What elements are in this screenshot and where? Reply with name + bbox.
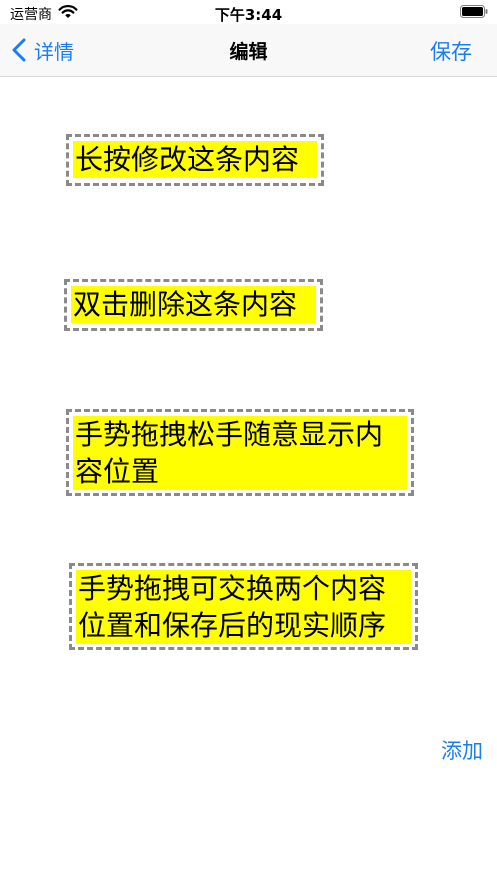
note-item-text: 手势拖拽可交换两个内容位置和保存后的现实顺序 (76, 570, 411, 644)
add-button[interactable]: 添加 (441, 735, 483, 765)
status-time: 下午3:44 (214, 6, 283, 24)
note-item-1[interactable]: 长按修改这条内容 (66, 134, 324, 186)
note-item-4[interactable]: 手势拖拽可交换两个内容位置和保存后的现实顺序 (69, 563, 418, 650)
note-item-text: 双击删除这条内容 (71, 286, 316, 323)
note-item-text: 长按修改这条内容 (73, 141, 317, 178)
note-item-text: 手势拖拽松手随意显示内容位置 (73, 416, 407, 490)
status-bar: 运营商 下午3:44 (0, 0, 497, 24)
note-item-3[interactable]: 手势拖拽松手随意显示内容位置 (66, 409, 414, 496)
note-item-2[interactable]: 双击删除这条内容 (64, 279, 323, 331)
save-button[interactable]: 保存 (430, 36, 472, 66)
navigation-bar: 详情 编辑 保存 (0, 24, 497, 77)
page-title: 编辑 (229, 41, 268, 63)
battery-icon (460, 5, 488, 18)
